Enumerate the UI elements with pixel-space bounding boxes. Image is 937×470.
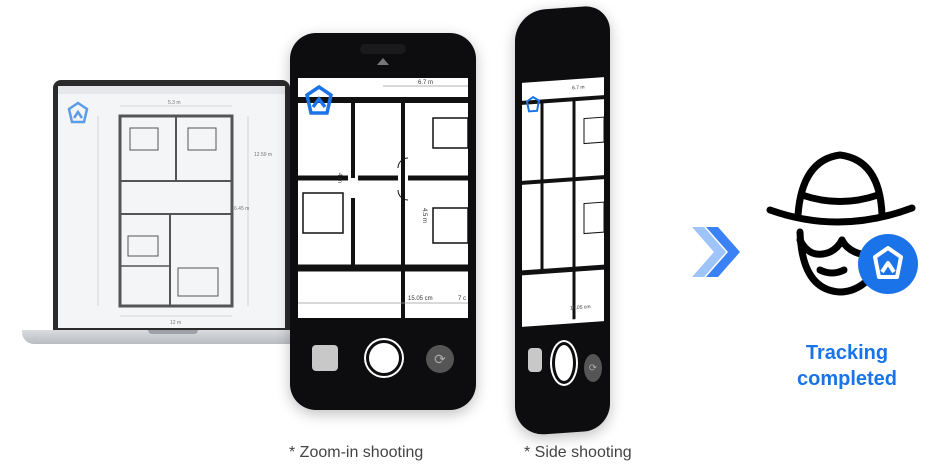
gallery-thumbnail[interactable] <box>528 348 542 372</box>
switch-camera-icon[interactable]: ⟳ <box>584 354 602 382</box>
tracking-status-text: Tracking completed <box>796 342 898 390</box>
next-step-arrow-icon <box>692 227 740 277</box>
laptop-display: 5.3 m 6.45 m 12.59 m 12 m <box>58 86 285 328</box>
collapse-chevron-icon[interactable] <box>377 58 389 65</box>
plan-dimension-right: 6.45 m <box>234 206 249 212</box>
plan-dimension-top: 5.3 m <box>168 100 181 106</box>
floor-plan-drawing: 5.3 m 6.45 m 12.59 m 12 m <box>58 86 285 326</box>
anonymous-spy-icon <box>766 151 918 296</box>
switch-camera-icon[interactable]: ⟳ <box>426 345 454 373</box>
plan-label-width: 6.7 m <box>418 80 433 86</box>
gallery-thumbnail[interactable] <box>312 345 338 371</box>
phone-side-viewfinder: 6.7 m 15.05 cm <box>522 77 604 327</box>
tracking-logo-icon <box>67 101 89 124</box>
shutter-button[interactable] <box>366 340 402 376</box>
plan-label-width: 6.7 m <box>572 85 585 92</box>
plan-label-measure: 15.05 cm <box>570 304 591 311</box>
plan-label-measure: 15.05 cm <box>408 296 433 302</box>
plan-dimension-bottom: 12 m <box>170 320 181 326</box>
phone-speaker-notch <box>360 44 406 54</box>
phone-zoom-viewfinder: 6.7 m 4 m 4.5 m 15.05 cm 7 c <box>298 78 468 318</box>
plan-label-measure-partial: 7 c <box>458 296 466 302</box>
caption-side: * Side shooting <box>524 444 632 461</box>
shutter-button[interactable] <box>552 342 576 384</box>
caption-zoom-in: * Zoom-in shooting <box>289 444 424 461</box>
plan-label-room-a: 4 m <box>336 173 342 183</box>
plan-dimension-far-right: 12.59 m <box>254 152 272 158</box>
plan-label-room-b: 4.5 m <box>421 208 427 223</box>
laptop-notch <box>148 330 198 334</box>
